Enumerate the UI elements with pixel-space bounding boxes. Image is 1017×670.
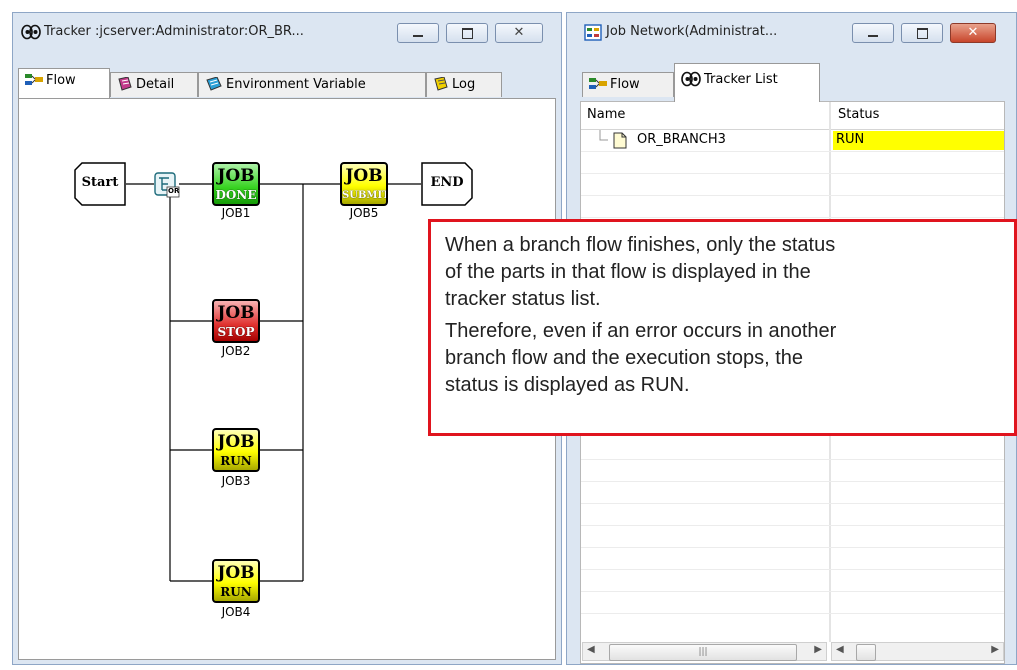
scroll-thumb[interactable]: |||: [609, 644, 797, 661]
row-status-text: RUN: [836, 132, 865, 147]
tab-environment-variable[interactable]: Environment Variable: [198, 72, 426, 97]
column-header-status[interactable]: Status: [832, 103, 1010, 127]
callout-line: branch flow and the execution stops, the: [445, 347, 804, 369]
end-label: END: [430, 175, 464, 190]
tab-detail[interactable]: Detail: [110, 72, 198, 97]
maximize-button[interactable]: [901, 23, 943, 43]
job5-label: JOB5: [349, 206, 379, 220]
or-branch-text: OR: [168, 187, 180, 195]
row-name: OR_BRANCH3: [637, 132, 726, 147]
minimize-icon: [868, 35, 878, 37]
row-divider: [581, 613, 1004, 614]
row-divider: [581, 195, 1004, 196]
tracker-window-title: Tracker :jcserver:Administrator:OR_BR...: [44, 24, 304, 39]
maximize-icon: [917, 28, 928, 39]
environment-variable-icon: [206, 76, 222, 91]
job-status-text: DONE: [215, 188, 257, 202]
job4-node[interactable]: JOB RUN: [212, 559, 260, 603]
column-header-name[interactable]: Name: [581, 103, 823, 127]
row-divider: [581, 217, 1004, 218]
minimize-button[interactable]: [852, 23, 894, 43]
minimize-icon: [413, 35, 423, 37]
job-status-text: RUN: [220, 585, 252, 599]
row-divider: [581, 481, 1004, 482]
scroll-thumb[interactable]: [856, 644, 876, 661]
job2-label: JOB2: [221, 344, 251, 358]
minimize-button[interactable]: [397, 23, 439, 43]
row-divider: [581, 459, 1004, 460]
row-divider: [581, 591, 1004, 592]
or-branch-node[interactable]: OR: [154, 172, 180, 198]
scroll-right-arrow-icon[interactable]: ▶: [814, 644, 822, 655]
tab-flow[interactable]: Flow: [18, 68, 110, 98]
job3-node[interactable]: JOB RUN: [212, 428, 260, 472]
tab-label: Log: [452, 77, 476, 92]
job2-node[interactable]: JOB STOP: [212, 299, 260, 343]
job-box-text: JOB: [345, 166, 383, 186]
name-column-scrollbar[interactable]: ◀ ||| ▶: [582, 642, 827, 661]
tracker-app-icon: [21, 24, 41, 40]
callout-line: tracker status list.: [445, 288, 601, 310]
flow-icon: [589, 77, 607, 89]
job-box-text: JOB: [217, 563, 255, 583]
job4-label: JOB4: [221, 605, 251, 619]
tab-label: Environment Variable: [226, 77, 366, 92]
job5-node[interactable]: JOB SUBMIT: [340, 162, 388, 206]
maximize-button[interactable]: [446, 23, 488, 43]
job-network-titlebar[interactable]: Job Network(Administrat... ✕: [567, 13, 1016, 51]
job-status-text: STOP: [217, 325, 255, 339]
scroll-left-arrow-icon[interactable]: ◀: [587, 644, 595, 655]
job-box-text: JOB: [217, 303, 255, 323]
scroll-left-arrow-icon[interactable]: ◀: [836, 644, 844, 655]
row-divider: [581, 151, 1004, 152]
row-divider: [581, 569, 1004, 570]
log-icon: [434, 76, 448, 91]
job-network-tabs: Flow Tracker List: [582, 63, 1011, 102]
job-status-text: SUBMIT: [342, 190, 388, 201]
maximize-icon: [462, 28, 473, 39]
row-divider: [581, 173, 1004, 174]
callout-line: Therefore, even if an error occurs in an…: [445, 320, 837, 342]
row-divider: [581, 525, 1004, 526]
tab-log[interactable]: Log: [426, 72, 502, 97]
job1-label: JOB1: [221, 206, 251, 220]
row-divider: [581, 503, 1004, 504]
explanation-callout: When a branch flow finishes, only the st…: [428, 219, 1017, 436]
row-status: RUN: [833, 131, 1004, 150]
tree-connector-icon: [599, 130, 608, 141]
start-label: Start: [81, 175, 119, 190]
callout-line: status is displayed as RUN.: [445, 374, 690, 396]
flow-icon: [25, 73, 43, 85]
tab-label: Flow: [610, 77, 640, 92]
close-icon: ✕: [513, 25, 525, 40]
end-node[interactable]: END: [421, 162, 473, 206]
scroll-right-arrow-icon[interactable]: ▶: [991, 644, 999, 655]
job-box-text: JOB: [217, 166, 255, 186]
close-button[interactable]: ✕: [950, 23, 996, 43]
job1-node[interactable]: JOB DONE: [212, 162, 260, 206]
close-button[interactable]: ✕: [495, 23, 543, 43]
callout-line: of the parts in that flow is displayed i…: [445, 261, 811, 283]
job-box-text: JOB: [217, 432, 255, 452]
row-divider: [581, 547, 1004, 548]
tab-label: Flow: [46, 73, 76, 88]
job3-label: JOB3: [221, 474, 251, 488]
job-network-window-title: Job Network(Administrat...: [606, 24, 778, 39]
status-column-scrollbar[interactable]: ◀ ▶: [831, 642, 1004, 661]
tracker-tabs: Flow Detail Environment Variable Log: [18, 68, 556, 98]
detail-icon: [118, 76, 132, 91]
job-network-app-icon: [584, 24, 602, 41]
document-icon: [613, 132, 627, 149]
tab-tracker-list[interactable]: Tracker List: [674, 63, 820, 102]
tab-flow[interactable]: Flow: [582, 72, 674, 97]
tab-label: Tracker List: [704, 72, 778, 87]
start-node[interactable]: Start: [74, 162, 126, 206]
callout-line: When a branch flow finishes, only the st…: [445, 234, 836, 256]
tracker-icon: [681, 71, 701, 86]
table-row[interactable]: OR_BRANCH3 RUN: [581, 130, 1004, 151]
job-status-text: RUN: [220, 454, 252, 468]
tab-label: Detail: [136, 77, 175, 92]
tracker-titlebar[interactable]: Tracker :jcserver:Administrator:OR_BR...…: [13, 13, 561, 51]
close-icon: ✕: [967, 25, 979, 40]
